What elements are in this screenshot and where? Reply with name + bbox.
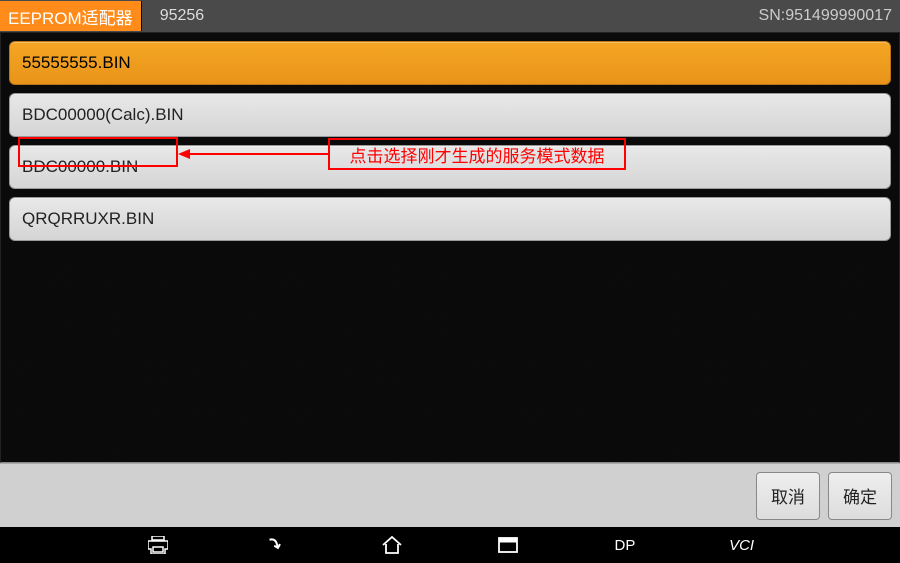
file-name-label: BDC00000(Calc).BIN: [22, 105, 184, 125]
cancel-button-label: 取消: [771, 483, 805, 508]
nav-vci-label: VCI: [729, 537, 754, 554]
header-subtitle: 95256: [160, 7, 205, 25]
nav-print-icon[interactable]: [128, 527, 188, 563]
cancel-button[interactable]: 取消: [756, 472, 820, 520]
file-name-label: QRQRRUXR.BIN: [22, 209, 154, 229]
header-bar: EEPROM适配器 95256 SN:951499990017: [0, 0, 900, 32]
nav-back-icon[interactable]: [245, 527, 305, 563]
file-list-panel: 55555555.BIN BDC00000(Calc).BIN BDC00000…: [0, 32, 900, 463]
file-name-label: BDC00000.BIN: [22, 157, 138, 177]
nav-recent-icon[interactable]: [478, 527, 538, 563]
file-item[interactable]: BDC00000.BIN: [9, 145, 891, 189]
file-name-label: 55555555.BIN: [22, 53, 131, 73]
nav-dp-label: DP: [615, 537, 636, 554]
nav-vci-button[interactable]: VCI: [712, 527, 772, 563]
nav-dp-button[interactable]: DP: [595, 527, 655, 563]
file-item[interactable]: BDC00000(Calc).BIN: [9, 93, 891, 137]
header-serial: SN:951499990017: [759, 7, 892, 25]
confirm-button-label: 确定: [843, 483, 877, 508]
confirm-button[interactable]: 确定: [828, 472, 892, 520]
system-nav-bar: DP VCI: [0, 527, 900, 563]
file-item[interactable]: 55555555.BIN: [9, 41, 891, 85]
file-item[interactable]: QRQRRUXR.BIN: [9, 197, 891, 241]
nav-home-icon[interactable]: [362, 527, 422, 563]
dialog-button-bar: 取消 确定: [0, 463, 900, 527]
header-title: EEPROM适配器: [0, 1, 142, 31]
